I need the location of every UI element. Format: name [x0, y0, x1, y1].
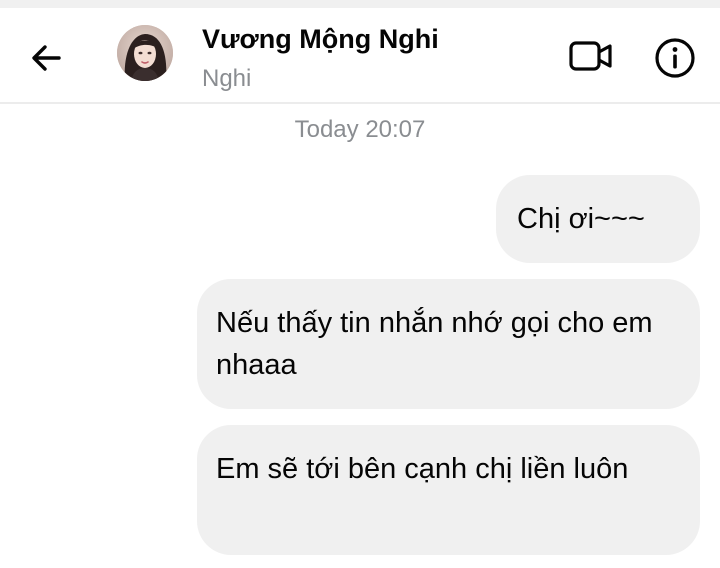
message-timestamp: Today 20:07: [294, 116, 426, 143]
contact-name[interactable]: Vương Mộng Nghi: [202, 24, 439, 55]
video-call-button[interactable]: [566, 36, 616, 76]
message-bubble[interactable]: Em sẽ tới bên cạnh chị liền luôn: [197, 425, 700, 555]
info-icon: [655, 38, 695, 78]
info-button[interactable]: [652, 35, 698, 81]
message-bubble[interactable]: Chị ơi~~~: [496, 175, 700, 263]
message-bubble[interactable]: Nếu thấy tin nhắn nhớ gọi cho em nhaaa: [197, 279, 700, 409]
avatar[interactable]: [117, 25, 173, 81]
contact-nickname: Nghi: [202, 65, 252, 92]
status-bar-strip: [0, 0, 720, 8]
contact-photo: [117, 25, 173, 81]
chat-header: Vương Mộng Nghi Nghi: [0, 8, 720, 104]
video-camera-icon: [569, 41, 612, 71]
arrow-left-icon: [32, 45, 61, 71]
back-button[interactable]: [22, 34, 70, 82]
